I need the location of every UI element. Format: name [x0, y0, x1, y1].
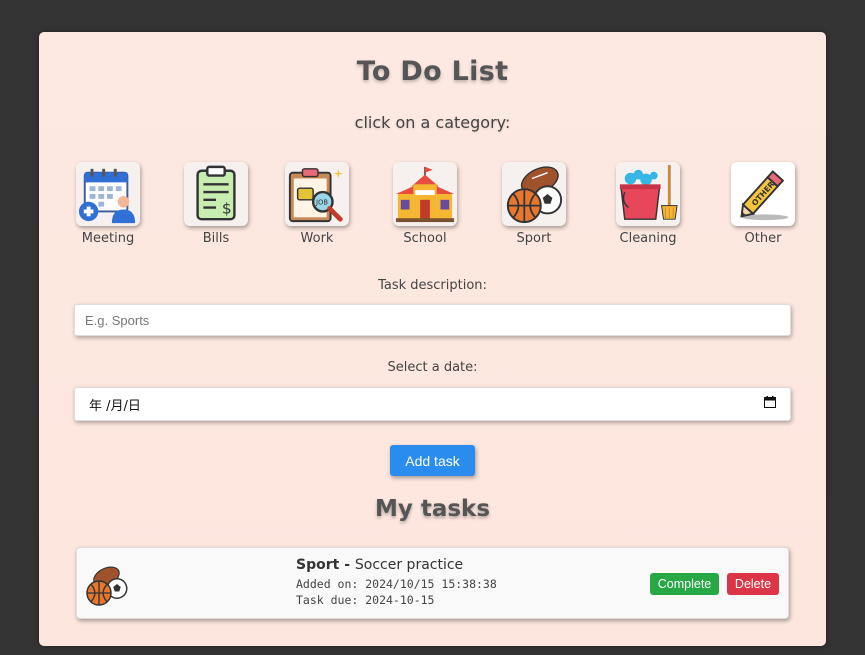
- category-label: Other: [744, 231, 782, 246]
- date-placeholder: 年 /月/日: [89, 398, 141, 414]
- category-meeting[interactable]: Meeting: [68, 162, 148, 246]
- work-job-icon: JOB: [285, 162, 349, 226]
- delete-button[interactable]: Delete: [727, 573, 779, 595]
- page-title: To Do List: [356, 56, 509, 87]
- svg-text:JOB: JOB: [315, 199, 328, 207]
- task-separator: -: [339, 557, 355, 573]
- task-category: Sport: [296, 557, 340, 573]
- meeting-calendar-icon: [76, 162, 140, 226]
- date-input[interactable]: 年 /月/日: [74, 387, 791, 421]
- add-task-button[interactable]: Add task: [390, 445, 475, 476]
- sport-balls-icon: [502, 162, 566, 226]
- calendar-icon[interactable]: [764, 396, 776, 412]
- sport-balls-icon: [83, 560, 133, 608]
- task-info: Sport - Soccer practice Added on: 2024/1…: [296, 557, 497, 607]
- task-description: Soccer practice: [354, 557, 464, 573]
- category-cleaning[interactable]: Cleaning: [608, 162, 688, 246]
- category-sport[interactable]: Sport: [494, 162, 574, 246]
- category-label: Meeting: [81, 231, 135, 246]
- category-work[interactable]: JOB Work: [277, 162, 357, 246]
- bills-clipboard-icon: $: [184, 162, 248, 226]
- category-label: School: [403, 231, 447, 246]
- category-label: Sport: [516, 231, 552, 246]
- task-due: Task due: 2024-10-15: [296, 593, 435, 607]
- task-description-label: Task description:: [378, 278, 487, 293]
- my-tasks-heading: My tasks: [374, 496, 491, 522]
- category-bills[interactable]: $ Bills: [176, 162, 256, 246]
- task-description-input[interactable]: [74, 304, 791, 336]
- date-label: Select a date:: [387, 360, 478, 375]
- complete-button[interactable]: Complete: [650, 573, 719, 595]
- todo-card: To Do List click on a category: Meeting: [39, 32, 826, 646]
- svg-text:$: $: [222, 199, 232, 217]
- task-added-on: Added on: 2024/10/15 15:38:38: [296, 577, 497, 591]
- category-prompt: click on a category:: [354, 113, 511, 132]
- category-label: Work: [300, 231, 334, 246]
- school-building-icon: [393, 162, 457, 226]
- category-label: Bills: [202, 231, 230, 246]
- category-label: Cleaning: [619, 231, 677, 246]
- category-other[interactable]: OTHER Other: [723, 162, 803, 246]
- cleaning-bucket-icon: [616, 162, 680, 226]
- task-item: Sport - Soccer practice Added on: 2024/1…: [76, 547, 789, 619]
- category-school[interactable]: School: [385, 162, 465, 246]
- task-title: Sport - Soccer practice: [296, 557, 497, 573]
- other-pencil-icon: OTHER: [731, 162, 795, 226]
